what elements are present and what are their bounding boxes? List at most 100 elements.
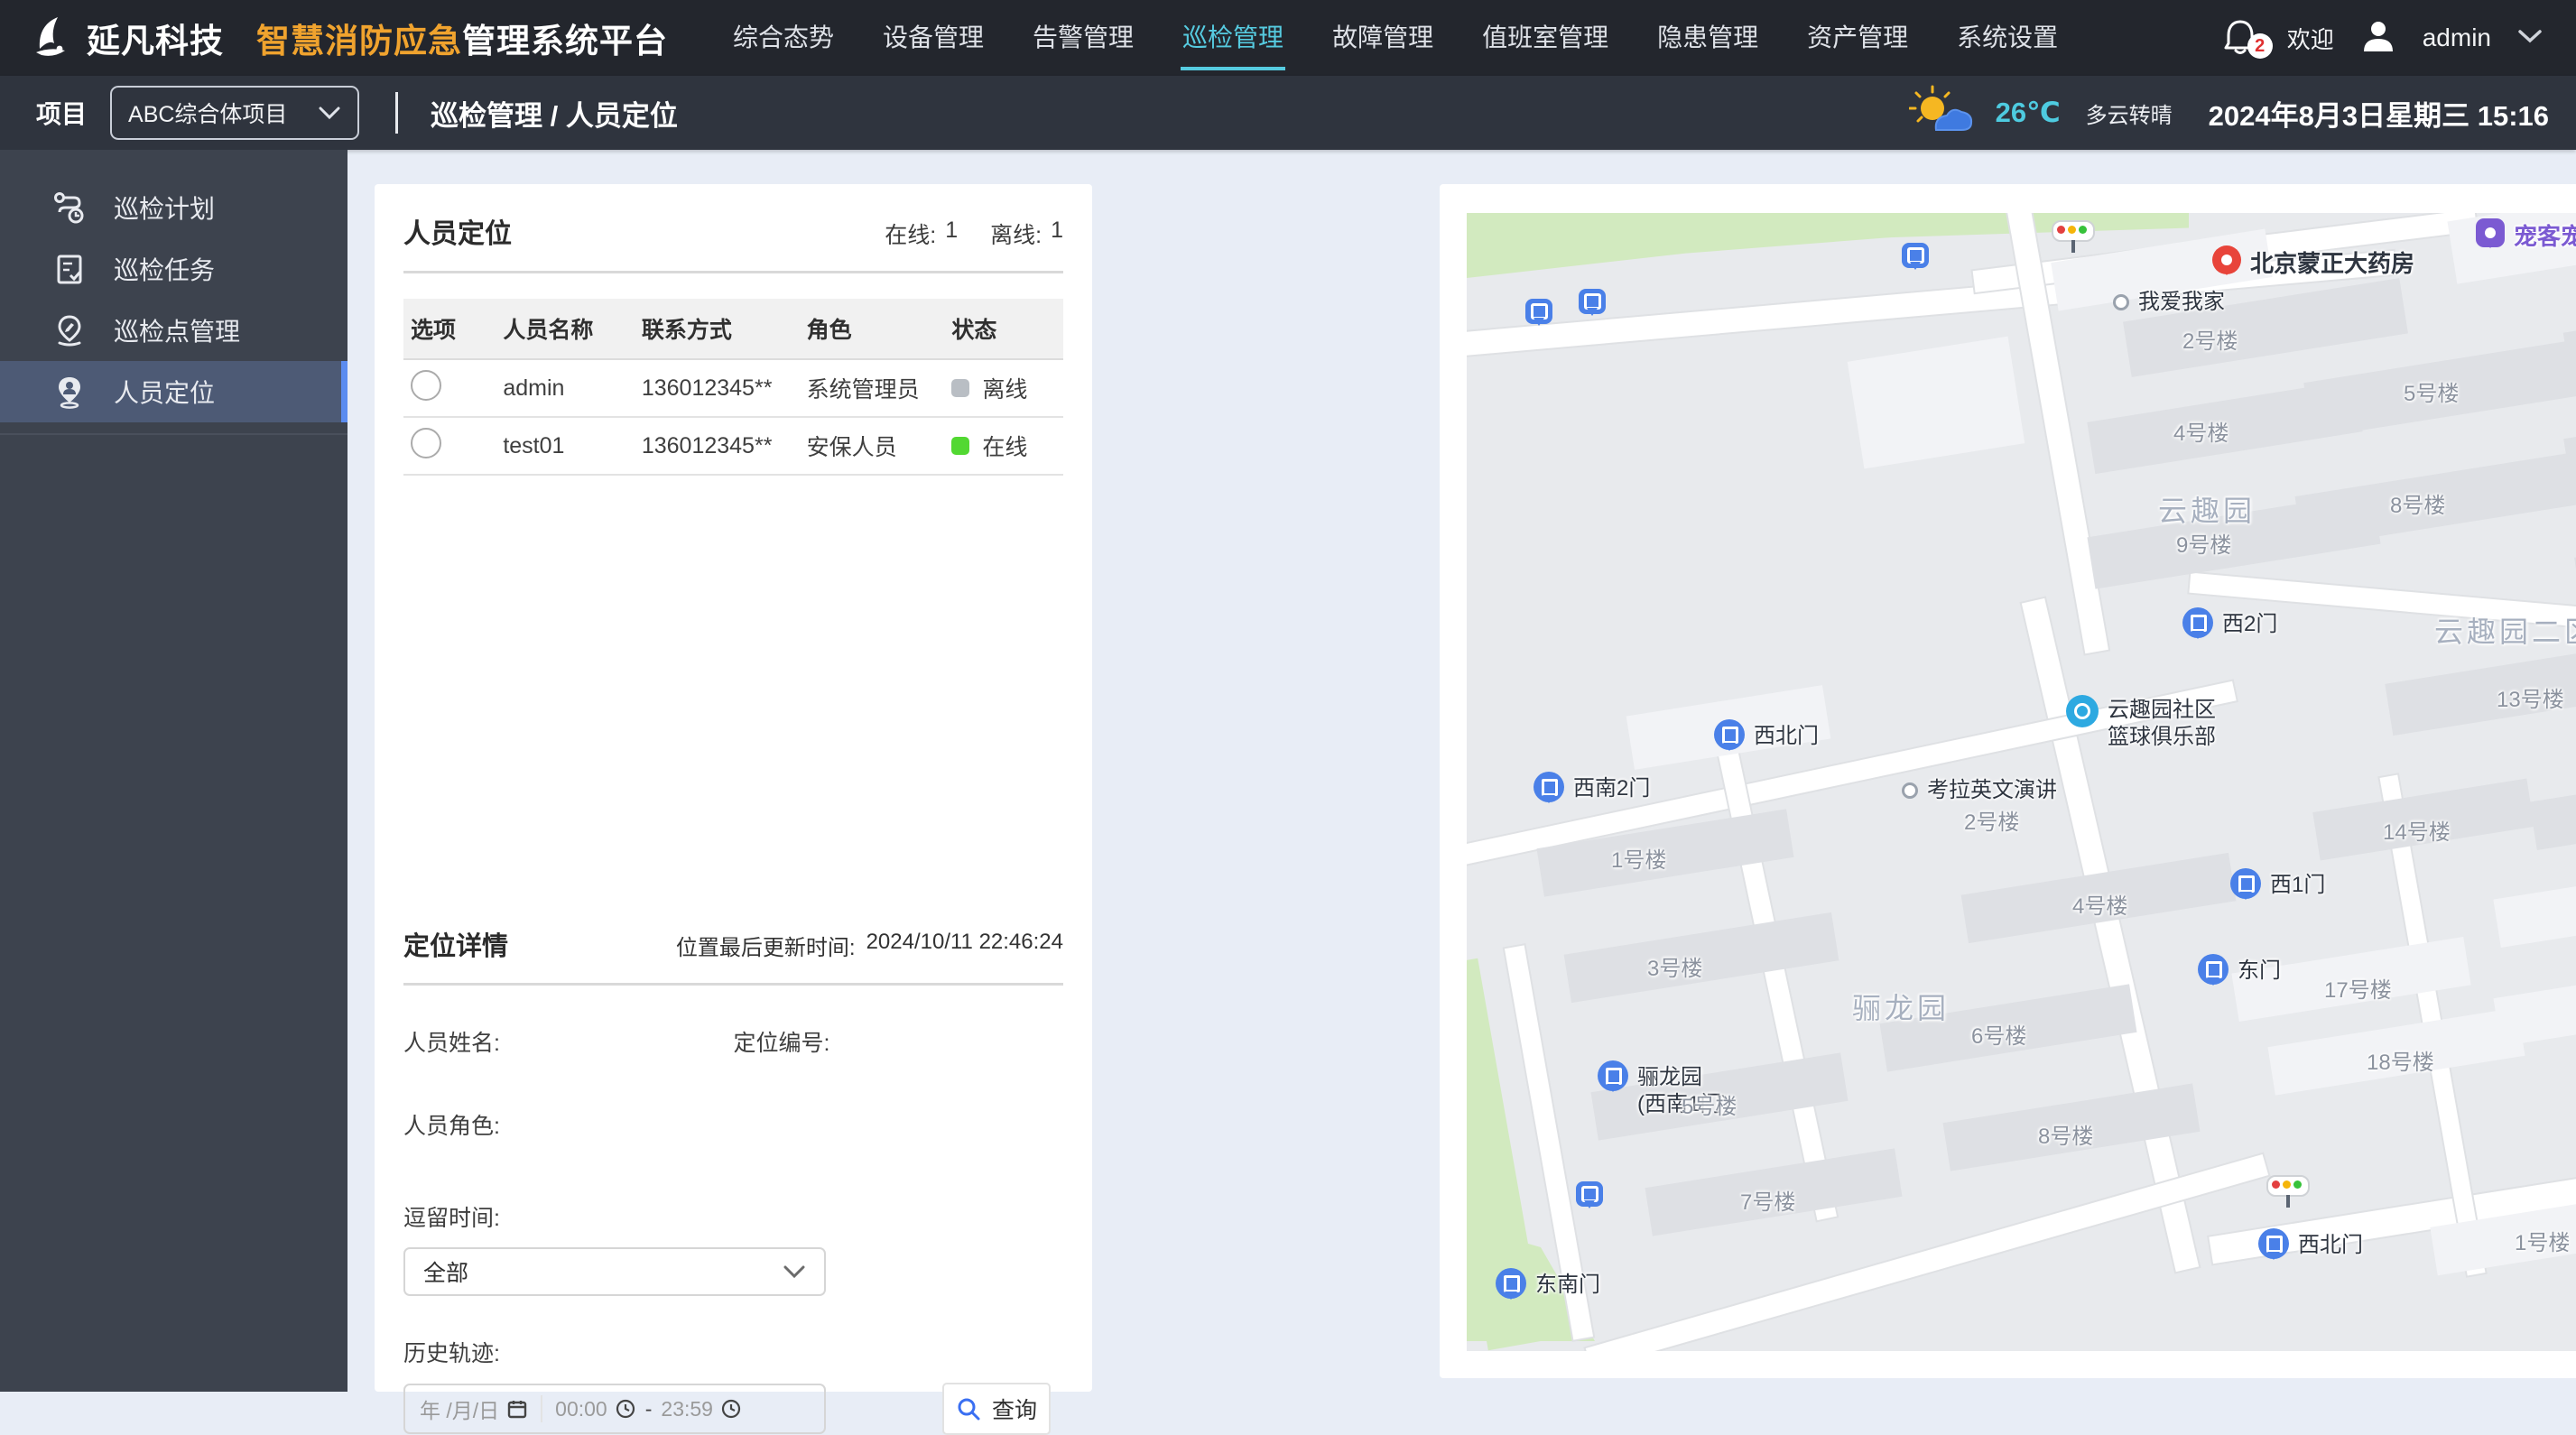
sidebar-item-inspection-points[interactable]: 巡检点管理	[0, 300, 347, 361]
sidebar-item-label: 巡检计划	[114, 190, 215, 226]
table-row[interactable]: test01 136012345** 安保人员 在线	[403, 417, 1063, 475]
table-row[interactable]: admin 136012345** 系统管理员 离线	[403, 359, 1063, 417]
map-label: 2号楼	[1964, 810, 2019, 837]
map-label: 西2门	[2222, 611, 2277, 638]
poi-red-pin-icon[interactable]	[2212, 245, 2241, 274]
col-name: 人员名称	[496, 299, 635, 359]
map-label: 18号楼	[2367, 1050, 2434, 1077]
map-building	[2493, 863, 2576, 948]
map-label: 我爱我家	[2138, 289, 2225, 316]
map-marker-gate: 西北门	[1714, 723, 1819, 750]
sidebar-item-inspection-task[interactable]: 巡检任务	[0, 238, 347, 300]
nav-item-assets[interactable]: 资产管理	[1805, 5, 1910, 70]
map-label: 8号楼	[2038, 1124, 2093, 1151]
route-icon	[52, 190, 87, 225]
map-marker-traffic	[2266, 1175, 2310, 1197]
sidebar-item-inspection-plan[interactable]: 巡检计划	[0, 177, 347, 238]
bus-pin-icon[interactable]	[1579, 289, 1606, 314]
map-label: 云趣园社区 篮球俱乐部	[2108, 697, 2216, 751]
user-menu-chevron-down-icon[interactable]	[2516, 27, 2544, 50]
map-marker-bldg: 4号楼	[2173, 421, 2229, 448]
poi-purple-pin-icon[interactable]	[2476, 218, 2505, 247]
nav-item-settings[interactable]: 系统设置	[1955, 5, 2060, 70]
person-name: admin	[496, 359, 635, 417]
online-offline-stats: 在线:1 离线:1	[885, 218, 1063, 250]
brand-company: 延凡科技	[87, 14, 224, 62]
temperature: 26℃	[1996, 97, 2061, 129]
map-label: 西北门	[1754, 723, 1819, 750]
nav-item-faults[interactable]: 故障管理	[1330, 5, 1435, 70]
date-input[interactable]: 年 /月/日	[420, 1393, 528, 1424]
bus-pin-icon[interactable]	[1525, 299, 1552, 324]
nav-item-devices[interactable]: 设备管理	[881, 5, 986, 70]
map-label: 骊龙园	[1852, 990, 1950, 1026]
stay-time-select[interactable]: 全部	[403, 1247, 826, 1296]
map-label: 西南2门	[1573, 775, 1650, 802]
gate-pin-icon[interactable]	[1714, 719, 1745, 750]
time-start-input[interactable]: 00:00	[555, 1397, 636, 1421]
nav-item-inspection[interactable]: 巡检管理	[1181, 5, 1285, 70]
notification-bell-icon[interactable]: 2	[2222, 17, 2262, 59]
map-label: 西1门	[2270, 872, 2325, 899]
map-marker-gate: 东南门	[1496, 1272, 1600, 1299]
divider	[395, 92, 398, 134]
map-label: 2号楼	[2182, 329, 2238, 356]
sidebar-item-person-location[interactable]: 人员定位	[0, 361, 347, 422]
time-start-value: 00:00	[555, 1397, 607, 1421]
sidebar-item-label: 巡检点管理	[114, 312, 240, 348]
map-marker-gate: 西北门	[2258, 1232, 2363, 1259]
map-marker-gate: 东门	[2198, 958, 2281, 985]
sidebar: 巡检计划 巡检任务 巡检点管理 人员定位	[0, 150, 347, 1392]
gate-pin-icon[interactable]	[2182, 607, 2213, 638]
gate-pin-icon[interactable]	[2198, 954, 2229, 985]
col-status: 状态	[944, 299, 1063, 359]
project-select[interactable]: ABC综合体项目	[110, 86, 359, 140]
query-button[interactable]: 查询	[942, 1383, 1051, 1435]
map-marker-bldg: 17号楼	[2324, 977, 2392, 1004]
club-pin-icon[interactable]	[2066, 695, 2099, 727]
clock-icon	[720, 1398, 742, 1420]
row-radio[interactable]	[411, 428, 441, 458]
date-placeholder: 年 /月/日	[420, 1393, 499, 1424]
nav-item-overview[interactable]: 综合态势	[731, 5, 836, 70]
map-marker-bldg: 13号楼	[2497, 687, 2564, 714]
user-avatar-icon[interactable]	[2359, 17, 2397, 60]
gate-pin-icon[interactable]	[1534, 772, 1564, 802]
map-label: 3号楼	[1647, 956, 1702, 983]
map-marker-poi-purple: 宠客宠物店	[2476, 222, 2576, 252]
map-marker-area: 云趣园二区	[2434, 614, 2576, 650]
history-datetime-input[interactable]: 年 /月/日 00:00 - 23:59	[403, 1384, 826, 1434]
map-building	[2529, 765, 2576, 850]
map-marker-gate: 西2门	[2182, 611, 2277, 638]
traffic-light-icon	[2052, 220, 2095, 242]
col-phone: 联系方式	[635, 299, 800, 359]
nav-item-alarms[interactable]: 告警管理	[1031, 5, 1135, 70]
map-marker-poi-red: 北京蒙正大药房	[2212, 249, 2414, 279]
username-label[interactable]: admin	[2423, 23, 2491, 52]
time-end-input[interactable]: 23:59	[661, 1397, 742, 1421]
map[interactable]: 宠客宠物店北京蒙正大药房我爱我家2号楼6号楼5号楼4号楼7号楼8号楼云趣园9号楼…	[1467, 213, 2576, 1351]
map-marker-bldg: 18号楼	[2367, 1050, 2434, 1077]
gate-pin-icon[interactable]	[2258, 1228, 2289, 1259]
map-label: 东南门	[1535, 1272, 1600, 1299]
gate-pin-icon[interactable]	[1496, 1268, 1526, 1299]
map-label: 东门	[2238, 958, 2281, 985]
clipboard-icon	[52, 252, 87, 286]
col-role: 角色	[800, 299, 945, 359]
gate-pin-icon[interactable]	[2230, 868, 2261, 899]
location-detail-section: 定位详情 位置最后更新时间: 2024/10/11 22:46:24 人员姓名:…	[403, 925, 1063, 1435]
map-label: 1号楼	[1611, 847, 1666, 875]
bus-pin-icon[interactable]	[1576, 1181, 1603, 1207]
map-label: 考拉英文演讲	[1927, 777, 2057, 804]
row-radio[interactable]	[411, 370, 441, 401]
online-label: 在线:	[885, 218, 936, 250]
last-updated-label: 位置最后更新时间:	[676, 930, 856, 961]
nav-item-duty-room[interactable]: 值班室管理	[1480, 5, 1610, 70]
nav-item-hazards[interactable]: 隐患管理	[1655, 5, 1760, 70]
weather-text: 多云转晴	[2086, 97, 2173, 129]
poi-dot-pin-icon[interactable]	[2113, 294, 2129, 310]
gate-pin-icon[interactable]	[1598, 1060, 1628, 1091]
poi-dot-pin-icon[interactable]	[1902, 782, 1918, 799]
map-marker-gate: 西南2门	[1534, 775, 1650, 802]
bus-pin-icon[interactable]	[1902, 243, 1929, 268]
